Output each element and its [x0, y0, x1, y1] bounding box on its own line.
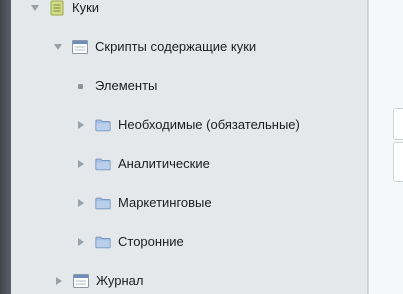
tree-node-label: Элементы: [95, 78, 158, 93]
tree-node-label: Сторонние: [118, 234, 184, 249]
tree-node-label: Аналитические: [118, 156, 210, 171]
folder-icon: [95, 195, 111, 211]
gutter-tab[interactable]: [393, 108, 403, 140]
tree-node-elements[interactable]: Элементы: [78, 75, 157, 97]
bullet-icon: [78, 83, 83, 89]
collapse-arrow-icon[interactable]: [78, 199, 84, 207]
tree-panel: Куки Скрипты содержащие куки Элементы Не…: [11, 0, 368, 294]
folder-icon: [95, 234, 111, 250]
expand-arrow-icon[interactable]: [31, 5, 39, 11]
tree-node-label: Журнал: [96, 273, 144, 288]
folder-icon: [95, 156, 111, 172]
collapse-arrow-icon[interactable]: [78, 160, 84, 168]
collapse-arrow-icon[interactable]: [78, 238, 84, 246]
collapse-arrow-icon[interactable]: [56, 277, 62, 285]
tree-node-folder-required[interactable]: Необходимые (обязательные): [77, 114, 300, 136]
left-sidebar-edge: [0, 0, 11, 294]
collapse-arrow-icon[interactable]: [78, 121, 84, 129]
folder-icon: [95, 117, 111, 133]
tree-node-scripts[interactable]: Скрипты содержащие куки: [54, 36, 256, 58]
tree-node-folder-analytics[interactable]: Аналитические: [77, 153, 210, 175]
tree-node-cookies[interactable]: Куки: [31, 0, 99, 19]
tree-node-label: Куки: [72, 0, 100, 15]
window-icon: [72, 39, 88, 55]
document-list-icon: [49, 0, 65, 16]
tree-node-label: Необходимые (обязательные): [118, 117, 300, 132]
tree-node-journal[interactable]: Журнал: [55, 270, 143, 292]
right-gutter: [368, 0, 403, 294]
window-icon: [73, 273, 89, 289]
tree-node-label: Маркетинговые: [118, 195, 212, 210]
tree-node-folder-marketing[interactable]: Маркетинговые: [77, 192, 212, 214]
tree-node-label: Скрипты содержащие куки: [95, 39, 257, 54]
expand-arrow-icon[interactable]: [54, 44, 62, 50]
tree-node-folder-third-party[interactable]: Сторонние: [77, 231, 184, 253]
screen: Куки Скрипты содержащие куки Элементы Не…: [0, 0, 403, 294]
gutter-tab[interactable]: [393, 142, 403, 182]
